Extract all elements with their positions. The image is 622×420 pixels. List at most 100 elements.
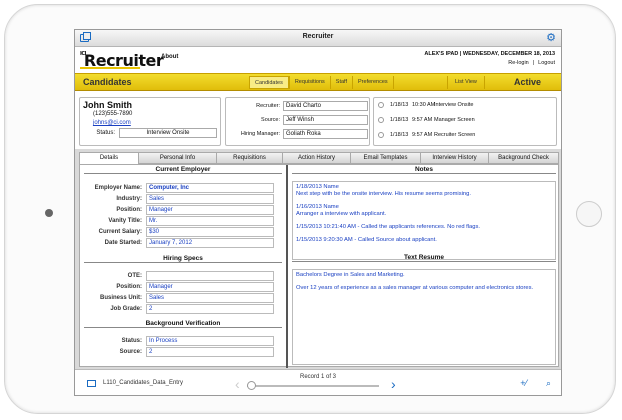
activity-row[interactable]: 1/18/13 9:57 AM Manager Screen bbox=[378, 116, 552, 128]
ipad-frame: Recruiter ⚙ ICIRecruiter About ALEX'S IP… bbox=[4, 4, 616, 414]
new-record-icon[interactable]: +⁄ bbox=[520, 378, 527, 388]
field-label: Vanity Title: bbox=[108, 218, 142, 224]
candidate-card: John Smith (123)555-7890 johns@ci.com St… bbox=[79, 97, 221, 146]
radio-button[interactable] bbox=[378, 102, 384, 108]
candidate-phone: (123)555-7890 bbox=[93, 111, 133, 117]
hiring-manager-label: Hiring Manager: bbox=[240, 131, 280, 137]
job-grade-field[interactable]: 2 bbox=[146, 304, 274, 314]
resume-paragraph: Bachelors Degree in Sales and Marketing. bbox=[296, 272, 405, 278]
activity-time: 9:57 AM bbox=[412, 117, 433, 123]
gear-icon[interactable]: ⚙ bbox=[546, 32, 556, 44]
field-label: Job Grade: bbox=[110, 306, 142, 312]
record-slider[interactable] bbox=[247, 381, 379, 390]
activity-row[interactable]: 1/18/13 9:57 AM Recruiter Screen bbox=[378, 131, 552, 143]
tab-background-check[interactable]: Background Check bbox=[489, 152, 559, 164]
layout-name: L110_Candidates_Data_Entry bbox=[103, 380, 183, 386]
tab-email-templates[interactable]: Email Templates bbox=[351, 152, 421, 164]
source-field[interactable]: Jeff Winsh bbox=[283, 115, 368, 125]
note-text: Arranger a interview with applicant. bbox=[296, 211, 387, 217]
nav-tab-candidates[interactable]: Candidates bbox=[249, 76, 289, 89]
nav-bar: Candidates Candidates Requisitions Staff… bbox=[75, 73, 561, 91]
industry-field[interactable]: Sales bbox=[146, 194, 274, 204]
hiring-manager-field[interactable]: Goliath Roka bbox=[283, 129, 368, 139]
spec-position-field[interactable]: Manager bbox=[146, 282, 274, 292]
main-area: Details Personal Info Requisitions Actio… bbox=[75, 149, 561, 369]
nav-tab-staff[interactable]: Staff bbox=[329, 76, 352, 89]
nav-tab-requisitions[interactable]: Requisitions bbox=[288, 76, 330, 89]
find-icon[interactable]: ⌕ bbox=[546, 378, 551, 389]
status-field[interactable]: Interview Onsite bbox=[119, 128, 217, 138]
candidate-email-link[interactable]: johns@ci.com bbox=[93, 120, 131, 126]
note-entry: 1/16/2013 Name Arranger a interview with … bbox=[296, 204, 552, 218]
notes-heading: Notes bbox=[292, 166, 556, 174]
next-record-icon[interactable]: › bbox=[391, 376, 396, 392]
note-entry: 1/18/2013 Name Next step with be the onsi… bbox=[296, 184, 552, 198]
about-link[interactable]: About bbox=[161, 54, 178, 60]
note-header: 1/15/2013 9:20:30 AM - Called Source abo… bbox=[296, 237, 437, 243]
recruiting-card: Recruiter: David Charto Source: Jeff Win… bbox=[225, 97, 370, 146]
position-field[interactable]: Manager bbox=[146, 205, 274, 215]
title-bar: Recruiter ⚙ bbox=[75, 30, 561, 47]
list-view-button[interactable]: List View bbox=[447, 76, 485, 89]
verification-status-field[interactable]: In Process bbox=[146, 336, 274, 346]
field-label: Current Salary: bbox=[98, 229, 142, 235]
tab-personal-info[interactable]: Personal Info bbox=[139, 152, 217, 164]
column-divider[interactable] bbox=[286, 165, 288, 368]
text-resume-heading: Text Resume bbox=[292, 254, 556, 262]
activity-date: 1/18/13 bbox=[390, 117, 409, 123]
ote-field[interactable] bbox=[146, 271, 274, 281]
note-text: Next step with be the onsite interview. … bbox=[296, 191, 471, 197]
notes-field[interactable]: 1/18/2013 Name Next step with be the onsi… bbox=[292, 181, 556, 260]
note-header: 1/18/2013 Name bbox=[296, 184, 339, 190]
hiring-specs-heading: Hiring Specs bbox=[84, 255, 282, 263]
activity-label: Recruiter Screen bbox=[434, 132, 476, 138]
vanity-title-field[interactable]: Mr. bbox=[146, 216, 274, 226]
nav-tab-preferences[interactable]: Preferences bbox=[352, 76, 394, 89]
resume-paragraph: Over 12 years of experience as a sales m… bbox=[296, 285, 534, 291]
app-screen: Recruiter ⚙ ICIRecruiter About ALEX'S IP… bbox=[74, 29, 562, 396]
field-label: OTE: bbox=[127, 273, 142, 279]
record-indicator: Record 1 of 3 bbox=[299, 374, 337, 380]
note-header: 1/15/2013 10:21:40 AM - Called the appli… bbox=[296, 224, 481, 230]
field-label: Position: bbox=[116, 207, 142, 213]
background-verification-heading: Background Verification bbox=[84, 320, 282, 328]
camera bbox=[45, 209, 53, 217]
logout-link[interactable]: Logout bbox=[538, 60, 555, 66]
tab-action-history[interactable]: Action History bbox=[283, 152, 351, 164]
date-started-field[interactable]: January 7, 2012 bbox=[146, 238, 274, 248]
field-label: Industry: bbox=[116, 196, 142, 202]
home-button[interactable] bbox=[576, 201, 602, 227]
recruiter-field[interactable]: David Charto bbox=[283, 101, 368, 111]
tab-details[interactable]: Details bbox=[79, 152, 139, 164]
layout-icon[interactable] bbox=[87, 380, 96, 387]
activity-date: 1/18/13 bbox=[390, 102, 409, 108]
note-entry: 1/15/2013 10:21:40 AM - Called the appli… bbox=[296, 224, 552, 231]
tab-requisitions[interactable]: Requisitions bbox=[217, 152, 283, 164]
section-title: Candidates bbox=[83, 77, 132, 87]
recruiter-label: Recruiter: bbox=[256, 103, 280, 109]
radio-button[interactable] bbox=[378, 117, 384, 123]
previous-record-icon[interactable]: ‹ bbox=[235, 376, 240, 392]
activity-date: 1/18/13 bbox=[390, 132, 409, 138]
activity-label: Interview Onsite bbox=[434, 102, 474, 108]
nav-tabs: Candidates Requisitions Staff Preference… bbox=[249, 76, 394, 89]
record-status: Active bbox=[513, 77, 541, 87]
candidate-name: John Smith bbox=[83, 100, 132, 110]
verification-source-field[interactable]: 2 bbox=[146, 347, 274, 357]
window-title: Recruiter bbox=[302, 33, 334, 40]
employer-name-field[interactable]: Computer, Inc bbox=[146, 183, 274, 193]
device-info: ALEX'S IPAD | WEDNESDAY, DECEMBER 18, 20… bbox=[424, 51, 555, 57]
radio-button[interactable] bbox=[378, 132, 384, 138]
text-resume-field[interactable]: Bachelors Degree in Sales and Marketing.… bbox=[292, 269, 556, 365]
field-label: Source: bbox=[119, 349, 142, 355]
status-label: Status: bbox=[96, 130, 115, 136]
relogin-link[interactable]: Re-login bbox=[508, 60, 528, 66]
activity-time: 9:57 AM bbox=[412, 132, 433, 138]
activity-time: 10:30 AM bbox=[412, 102, 436, 108]
activity-row[interactable]: 1/18/13 10:30 AM Interview Onsite bbox=[378, 101, 552, 113]
business-unit-field[interactable]: Sales bbox=[146, 293, 274, 303]
current-salary-field[interactable]: $30 bbox=[146, 227, 274, 237]
candidate-summary: John Smith (123)555-7890 johns@ci.com St… bbox=[75, 91, 561, 149]
tab-interview-history[interactable]: Interview History bbox=[421, 152, 489, 164]
slider-knob[interactable] bbox=[247, 381, 256, 390]
